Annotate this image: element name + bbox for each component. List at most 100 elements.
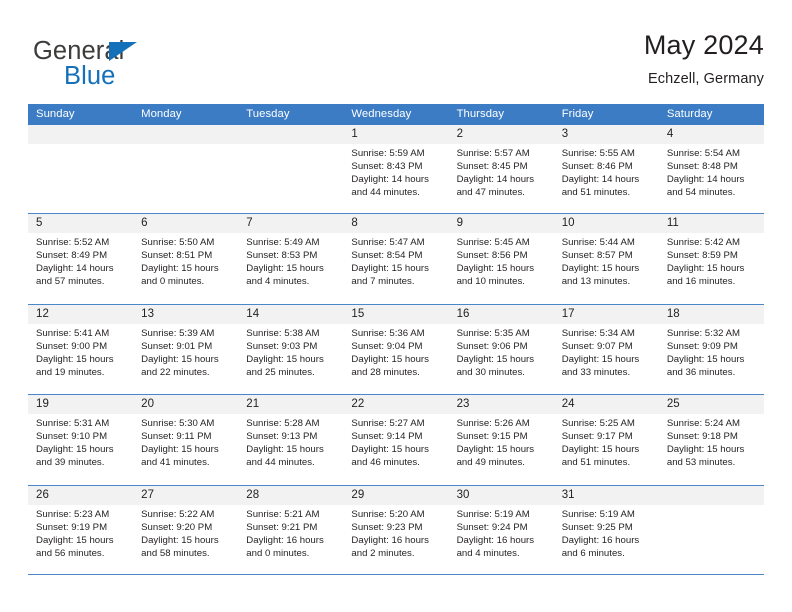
day-cell[interactable]: 11 Sunrise: 5:42 AM Sunset: 8:59 PM Dayl… bbox=[658, 214, 764, 304]
day-info: Sunrise: 5:49 AM Sunset: 8:53 PM Dayligh… bbox=[238, 233, 343, 288]
day-cell[interactable]: 4 Sunrise: 5:54 AM Sunset: 8:48 PM Dayli… bbox=[658, 125, 764, 213]
day-cell[interactable]: 28 Sunrise: 5:21 AM Sunset: 9:21 PM Dayl… bbox=[238, 485, 344, 575]
day-cell bbox=[133, 125, 239, 213]
sunset-text: Sunset: 9:15 PM bbox=[456, 431, 528, 443]
weekday-header-thursday: Thursday bbox=[456, 108, 505, 120]
page-title: May 2024 bbox=[643, 30, 764, 60]
day-number: 12 bbox=[28, 304, 134, 324]
sunrise-text: Sunrise: 5:19 AM bbox=[561, 508, 635, 520]
day-number: 7 bbox=[238, 214, 344, 233]
day-cell[interactable]: 18 Sunrise: 5:32 AM Sunset: 9:09 PM Dayl… bbox=[658, 304, 764, 395]
daylight-text-line1: Daylight: 15 hours bbox=[666, 263, 745, 275]
day-cell[interactable]: 27 Sunrise: 5:22 AM Sunset: 9:20 PM Dayl… bbox=[133, 485, 239, 575]
day-info: Sunrise: 5:21 AM Sunset: 9:21 PM Dayligh… bbox=[238, 505, 343, 560]
sunset-text: Sunset: 8:49 PM bbox=[36, 250, 108, 262]
sunrise-text: Sunrise: 5:27 AM bbox=[351, 418, 425, 430]
daylight-text-line1: Daylight: 15 hours bbox=[456, 353, 535, 365]
page-header: General Blue May 2024 Echzell, Germany bbox=[28, 28, 764, 98]
daylight-text-line2: and 51 minutes. bbox=[561, 187, 631, 199]
day-cell[interactable]: 20 Sunrise: 5:30 AM Sunset: 9:11 PM Dayl… bbox=[133, 395, 239, 485]
daylight-text-line2: and 10 minutes. bbox=[456, 276, 525, 288]
day-number: 22 bbox=[343, 395, 449, 415]
sunset-text: Sunset: 9:23 PM bbox=[351, 521, 423, 533]
daylight-text-line2: and 41 minutes. bbox=[141, 457, 210, 469]
day-cell[interactable]: 13 Sunrise: 5:39 AM Sunset: 9:01 PM Dayl… bbox=[133, 304, 239, 395]
weekday-header-saturday: Saturday bbox=[666, 108, 713, 120]
day-cell[interactable]: 30 Sunrise: 5:19 AM Sunset: 9:24 PM Dayl… bbox=[448, 485, 554, 575]
day-cell[interactable]: 8 Sunrise: 5:47 AM Sunset: 8:54 PM Dayli… bbox=[343, 214, 449, 304]
weekday-header-friday: Friday bbox=[561, 108, 594, 120]
day-number: 8 bbox=[343, 214, 449, 233]
day-cell[interactable]: 23 Sunrise: 5:26 AM Sunset: 9:15 PM Dayl… bbox=[448, 395, 554, 485]
day-cell[interactable]: 2 Sunrise: 5:57 AM Sunset: 8:45 PM Dayli… bbox=[448, 125, 554, 213]
day-cell[interactable]: 7 Sunrise: 5:49 AM Sunset: 8:53 PM Dayli… bbox=[238, 214, 344, 304]
daylight-text-line1: Daylight: 15 hours bbox=[246, 444, 324, 456]
sunset-text: Sunset: 9:18 PM bbox=[666, 431, 738, 443]
daylight-text-line1: Daylight: 15 hours bbox=[351, 353, 429, 365]
day-cell[interactable]: 21 Sunrise: 5:28 AM Sunset: 9:13 PM Dayl… bbox=[238, 395, 344, 485]
day-cell[interactable]: 26 Sunrise: 5:23 AM Sunset: 9:19 PM Dayl… bbox=[28, 485, 134, 575]
sunrise-text: Sunrise: 5:24 AM bbox=[666, 418, 741, 430]
day-cell[interactable]: 31 Sunrise: 5:19 AM Sunset: 9:25 PM Dayl… bbox=[553, 485, 659, 575]
day-info: Sunrise: 5:25 AM Sunset: 9:17 PM Dayligh… bbox=[554, 414, 659, 469]
day-info: Sunrise: 5:50 AM Sunset: 8:51 PM Dayligh… bbox=[133, 233, 238, 288]
day-info: Sunrise: 5:38 AM Sunset: 9:03 PM Dayligh… bbox=[238, 324, 343, 379]
day-cell[interactable]: 6 Sunrise: 5:50 AM Sunset: 8:51 PM Dayli… bbox=[133, 214, 239, 304]
daylight-text-line1: Daylight: 15 hours bbox=[456, 263, 535, 275]
day-cell[interactable]: 24 Sunrise: 5:25 AM Sunset: 9:17 PM Dayl… bbox=[553, 395, 659, 485]
day-info: Sunrise: 5:26 AM Sunset: 9:15 PM Dayligh… bbox=[449, 414, 554, 469]
daylight-text-line2: and 2 minutes. bbox=[351, 548, 415, 560]
day-number: 19 bbox=[28, 395, 134, 415]
daylight-text-line1: Daylight: 15 hours bbox=[141, 353, 219, 365]
weekday-header-row: Sunday Monday Tuesday Wednesday Thursday… bbox=[28, 104, 764, 125]
daylight-text-line2: and 4 minutes. bbox=[456, 548, 520, 560]
day-info: Sunrise: 5:32 AM Sunset: 9:09 PM Dayligh… bbox=[659, 324, 764, 379]
sunrise-text: Sunrise: 5:21 AM bbox=[246, 508, 320, 520]
day-cell[interactable]: 22 Sunrise: 5:27 AM Sunset: 9:14 PM Dayl… bbox=[343, 395, 449, 485]
day-number: 14 bbox=[238, 304, 344, 324]
day-cell[interactable]: 15 Sunrise: 5:36 AM Sunset: 9:04 PM Dayl… bbox=[343, 304, 449, 395]
daylight-text-line1: Daylight: 14 hours bbox=[36, 263, 114, 275]
daylight-text-line1: Daylight: 15 hours bbox=[666, 353, 745, 365]
daylight-text-line1: Daylight: 14 hours bbox=[351, 174, 429, 186]
day-cell[interactable]: 25 Sunrise: 5:24 AM Sunset: 9:18 PM Dayl… bbox=[658, 395, 764, 485]
day-cell[interactable]: 29 Sunrise: 5:20 AM Sunset: 9:23 PM Dayl… bbox=[343, 485, 449, 575]
day-number: 23 bbox=[448, 395, 554, 415]
day-number: 29 bbox=[343, 485, 449, 505]
page-subtitle-location: Echzell, Germany bbox=[647, 71, 764, 87]
sunset-text: Sunset: 9:00 PM bbox=[36, 340, 108, 352]
daylight-text-line2: and 36 minutes. bbox=[666, 366, 736, 378]
sunrise-text: Sunrise: 5:30 AM bbox=[141, 418, 215, 430]
day-number: 26 bbox=[28, 485, 134, 505]
daylight-text-line1: Daylight: 15 hours bbox=[141, 263, 219, 275]
day-number: 28 bbox=[238, 485, 344, 505]
sunset-text: Sunset: 9:24 PM bbox=[456, 521, 528, 533]
day-cell bbox=[238, 125, 344, 213]
day-cell[interactable]: 16 Sunrise: 5:35 AM Sunset: 9:06 PM Dayl… bbox=[448, 304, 554, 395]
day-cell[interactable]: 19 Sunrise: 5:31 AM Sunset: 9:10 PM Dayl… bbox=[28, 395, 134, 485]
day-number: 6 bbox=[133, 214, 239, 233]
day-cell[interactable]: 1 Sunrise: 5:59 AM Sunset: 8:43 PM Dayli… bbox=[343, 125, 449, 213]
weekday-header-sunday: Sunday bbox=[36, 108, 75, 120]
day-cell[interactable]: 5 Sunrise: 5:52 AM Sunset: 8:49 PM Dayli… bbox=[28, 214, 134, 304]
daylight-text-line1: Daylight: 14 hours bbox=[666, 174, 745, 186]
day-cell[interactable]: 17 Sunrise: 5:34 AM Sunset: 9:07 PM Dayl… bbox=[553, 304, 659, 395]
calendar-grid: Sunday Monday Tuesday Wednesday Thursday… bbox=[28, 104, 764, 576]
sunrise-text: Sunrise: 5:19 AM bbox=[456, 508, 530, 520]
day-number: 17 bbox=[553, 304, 659, 324]
day-number: 10 bbox=[553, 214, 659, 233]
day-info: Sunrise: 5:39 AM Sunset: 9:01 PM Dayligh… bbox=[133, 324, 238, 379]
sunset-text: Sunset: 8:57 PM bbox=[561, 250, 633, 262]
day-cell[interactable]: 14 Sunrise: 5:38 AM Sunset: 9:03 PM Dayl… bbox=[238, 304, 344, 395]
day-cell[interactable]: 10 Sunrise: 5:44 AM Sunset: 8:57 PM Dayl… bbox=[553, 214, 659, 304]
sunset-text: Sunset: 9:19 PM bbox=[36, 521, 108, 533]
day-cell[interactable]: 3 Sunrise: 5:55 AM Sunset: 8:46 PM Dayli… bbox=[553, 125, 659, 213]
daylight-text-line2: and 39 minutes. bbox=[36, 457, 105, 469]
daylight-text-line2: and 44 minutes. bbox=[246, 457, 315, 469]
sunrise-text: Sunrise: 5:22 AM bbox=[141, 508, 215, 520]
sunrise-text: Sunrise: 5:25 AM bbox=[561, 418, 635, 430]
sunrise-text: Sunrise: 5:47 AM bbox=[351, 237, 425, 248]
day-cell[interactable]: 12 Sunrise: 5:41 AM Sunset: 9:00 PM Dayl… bbox=[28, 304, 134, 395]
day-cell[interactable]: 9 Sunrise: 5:45 AM Sunset: 8:56 PM Dayli… bbox=[448, 214, 554, 304]
week-row: 1 Sunrise: 5:59 AM Sunset: 8:43 PM Dayli… bbox=[28, 125, 764, 213]
